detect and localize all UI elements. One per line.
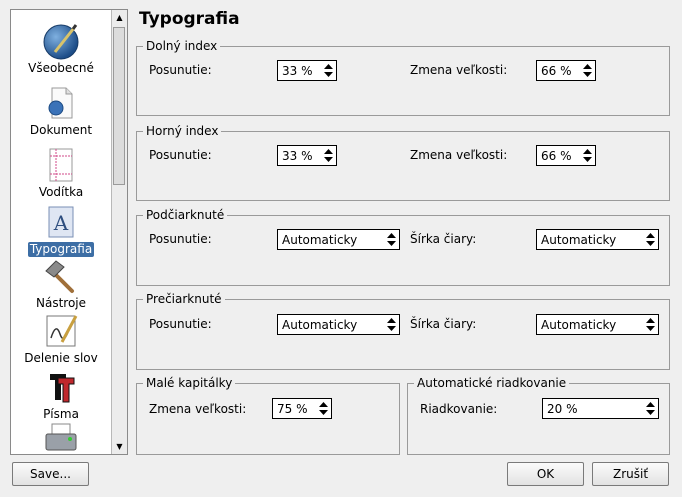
strikethrough-displacement-label: Posunutie: bbox=[149, 317, 212, 331]
superscript-scaling-input[interactable] bbox=[537, 146, 583, 165]
underline-width-input[interactable] bbox=[537, 230, 645, 249]
small-caps-scaling-label: Zmena veľkosti: bbox=[149, 402, 247, 416]
svg-text:A: A bbox=[53, 211, 69, 235]
spin-arrows-icon[interactable] bbox=[644, 316, 657, 333]
linespacing-spinbox[interactable] bbox=[542, 398, 659, 419]
strikethrough-legend: Prečiarknuté bbox=[146, 292, 222, 306]
typography-icon: A bbox=[48, 206, 74, 238]
auto-linespacing-legend: Automatické riadkovanie bbox=[417, 376, 567, 390]
superscript-displacement-spinbox[interactable] bbox=[277, 145, 337, 166]
underline-displacement-input[interactable] bbox=[278, 230, 386, 249]
sidebar-item-label: Vodítka bbox=[38, 185, 84, 199]
linespacing-input[interactable] bbox=[543, 399, 645, 418]
sidebar-item-label: Typografia bbox=[27, 242, 95, 257]
fonts-icon bbox=[50, 374, 75, 403]
strikethrough-width-label: Šírka čiary: bbox=[410, 317, 477, 331]
superscript-scaling-label: Zmena veľkosti: bbox=[410, 148, 508, 162]
sidebar-item-label: Delenie slov bbox=[24, 351, 98, 365]
subscript-displacement-input[interactable] bbox=[278, 61, 324, 80]
hyphenation-icon bbox=[46, 315, 78, 347]
sidebar[interactable]: Všeobecné Dokument Vodítka A Typografia … bbox=[10, 9, 128, 455]
spin-arrows-icon[interactable] bbox=[581, 62, 594, 79]
spin-arrows-icon[interactable] bbox=[317, 400, 330, 417]
sidebar-item-general[interactable]: Všeobecné bbox=[11, 22, 111, 76]
underline-legend: Podčiarknuté bbox=[146, 208, 225, 222]
sidebar-item-label: Všeobecné bbox=[28, 61, 94, 75]
globe-pen-icon bbox=[43, 24, 79, 60]
spin-arrows-icon[interactable] bbox=[322, 147, 335, 164]
ok-button[interactable]: OK bbox=[507, 462, 584, 486]
spin-arrows-icon[interactable] bbox=[385, 231, 398, 248]
document-icon bbox=[48, 87, 73, 119]
strikethrough-displacement-spinbox[interactable] bbox=[277, 314, 400, 335]
linespacing-label: Riadkovanie: bbox=[420, 402, 498, 416]
sidebar-item-hyphenation[interactable]: Delenie slov bbox=[11, 312, 111, 366]
sidebar-item-guides[interactable]: Vodítka bbox=[11, 146, 111, 200]
underline-width-spinbox[interactable] bbox=[536, 229, 659, 250]
sidebar-item-printer[interactable] bbox=[11, 422, 111, 454]
subscript-displacement-spinbox[interactable] bbox=[277, 60, 337, 81]
guides-icon bbox=[49, 148, 73, 182]
underline-width-label: Šírka čiary: bbox=[410, 232, 477, 246]
underline-displacement-spinbox[interactable] bbox=[277, 229, 400, 250]
save-button[interactable]: Save... bbox=[12, 462, 89, 486]
sidebar-item-label: Nástroje bbox=[35, 296, 86, 310]
spin-arrows-icon[interactable] bbox=[322, 62, 335, 79]
superscript-displacement-label: Posunutie: bbox=[149, 148, 212, 162]
scrollbar-thumb[interactable] bbox=[113, 27, 125, 185]
strikethrough-width-input[interactable] bbox=[537, 315, 645, 334]
spin-arrows-icon[interactable] bbox=[385, 316, 398, 333]
sidebar-item-tools[interactable]: Nástroje bbox=[11, 257, 111, 311]
cancel-button[interactable]: Zrušiť bbox=[592, 462, 669, 486]
spin-arrows-icon[interactable] bbox=[644, 231, 657, 248]
sidebar-item-fonts[interactable]: Písma bbox=[11, 368, 111, 422]
scroll-up-arrow-icon[interactable]: ▲ bbox=[113, 11, 126, 24]
sidebar-scrollbar[interactable]: ▲ ▼ bbox=[111, 10, 127, 454]
subscript-scaling-label: Zmena veľkosti: bbox=[410, 63, 508, 77]
scroll-down-arrow-icon[interactable]: ▼ bbox=[113, 440, 126, 453]
subscript-displacement-label: Posunutie: bbox=[149, 63, 212, 77]
strikethrough-width-spinbox[interactable] bbox=[536, 314, 659, 335]
strikethrough-displacement-input[interactable] bbox=[278, 315, 386, 334]
hammer-icon bbox=[45, 260, 74, 293]
sidebar-item-typography[interactable]: A Typografia bbox=[11, 203, 111, 257]
page-title: Typografia bbox=[139, 9, 240, 29]
underline-displacement-label: Posunutie: bbox=[149, 232, 212, 246]
printer-icon bbox=[45, 423, 77, 451]
subscript-legend: Dolný index bbox=[146, 39, 218, 53]
sidebar-item-label: Písma bbox=[43, 407, 79, 421]
small-caps-scaling-input[interactable] bbox=[273, 399, 319, 418]
sidebar-item-label: Dokument bbox=[29, 123, 93, 137]
small-caps-legend: Malé kapitálky bbox=[146, 376, 233, 390]
spin-arrows-icon[interactable] bbox=[581, 147, 594, 164]
subscript-scaling-input[interactable] bbox=[537, 61, 583, 80]
small-caps-scaling-spinbox[interactable] bbox=[272, 398, 332, 419]
spin-arrows-icon[interactable] bbox=[644, 400, 657, 417]
superscript-displacement-input[interactable] bbox=[278, 146, 324, 165]
subscript-scaling-spinbox[interactable] bbox=[536, 60, 596, 81]
superscript-scaling-spinbox[interactable] bbox=[536, 145, 596, 166]
superscript-legend: Horný index bbox=[146, 124, 219, 138]
sidebar-item-document[interactable]: Dokument bbox=[11, 84, 111, 138]
